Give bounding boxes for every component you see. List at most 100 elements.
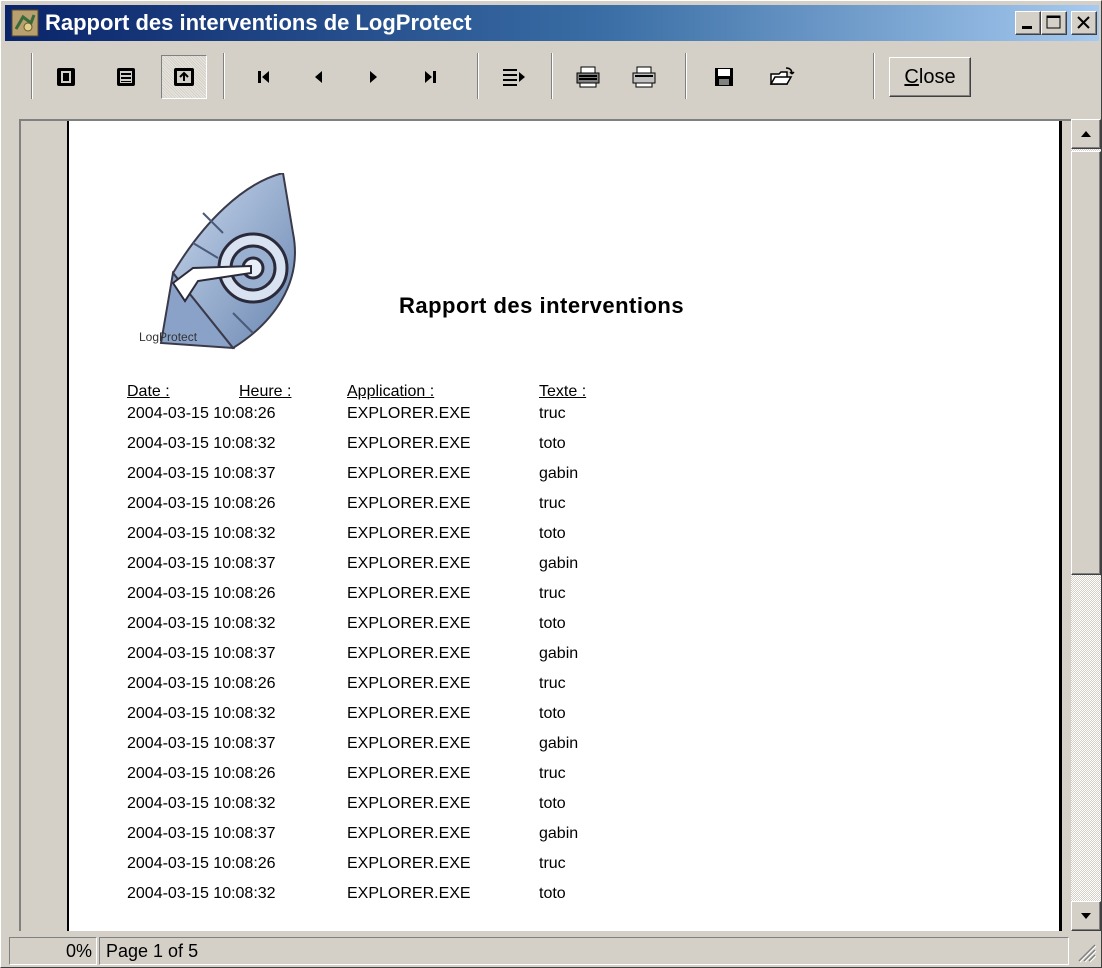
cell-application: EXPLORER.EXE (347, 585, 471, 602)
prev-page-icon (315, 71, 322, 83)
cell-datetime: 2004-03-15 10:08:32 (127, 885, 276, 902)
cell-application: EXPLORER.EXE (347, 795, 471, 812)
logo-text: LogProtect (139, 330, 198, 344)
export-button[interactable] (491, 55, 537, 99)
open-button[interactable] (759, 55, 805, 99)
cell-datetime: 2004-03-15 10:08:32 (127, 435, 276, 452)
scroll-thumb[interactable] (1071, 151, 1101, 575)
page-gutter-right (1059, 121, 1071, 931)
first-page-button[interactable] (241, 55, 287, 99)
app-icon (11, 9, 39, 37)
minimize-button[interactable] (1015, 11, 1041, 35)
resize-grip-icon[interactable] (1075, 941, 1097, 963)
cell-datetime: 2004-03-15 10:08:32 (127, 795, 276, 812)
close-button-label: lose (918, 66, 956, 88)
next-page-icon (370, 71, 377, 83)
cell-texte: gabin (539, 825, 579, 842)
last-page-button[interactable] (407, 55, 453, 99)
zoom-button[interactable] (161, 55, 207, 99)
cell-datetime: 2004-03-15 10:08:26 (127, 585, 276, 602)
cell-application: EXPLORER.EXE (347, 765, 471, 782)
cell-datetime: 2004-03-15 10:08:26 (127, 405, 276, 422)
cell-datetime: 2004-03-15 10:08:26 (127, 495, 276, 512)
scroll-down-button[interactable] (1071, 901, 1101, 931)
cell-texte: toto (539, 615, 566, 632)
cell-texte: truc (539, 405, 566, 422)
cell-datetime: 2004-03-15 10:08:32 (127, 615, 276, 632)
cell-application: EXPLORER.EXE (347, 465, 471, 482)
minimize-icon (1022, 26, 1032, 29)
next-page-button[interactable] (351, 55, 397, 99)
cell-texte: toto (539, 525, 566, 542)
cell-application: EXPLORER.EXE (347, 555, 471, 572)
cell-texte: gabin (539, 555, 579, 572)
maximize-icon (1046, 15, 1061, 29)
cell-texte: gabin (539, 645, 579, 662)
page-indicator: Page 1 of 5 (99, 937, 1069, 965)
vertical-scrollbar[interactable] (1071, 119, 1101, 931)
cell-application: EXPLORER.EXE (347, 885, 471, 902)
header-date: Date : (127, 383, 170, 400)
status-bar: 0% Page 1 of 5 (5, 935, 1099, 965)
close-icon (1077, 16, 1090, 29)
cell-datetime: 2004-03-15 10:08:37 (127, 735, 276, 752)
close-button[interactable]: Close (889, 57, 971, 97)
cell-datetime: 2004-03-15 10:08:37 (127, 645, 276, 662)
report-window: Rapport des interventions de LogProtect (0, 0, 1102, 968)
cell-datetime: 2004-03-15 10:08:32 (127, 525, 276, 542)
one-page-button[interactable] (43, 55, 89, 99)
toolbar-separator (223, 53, 225, 99)
cell-texte: toto (539, 435, 566, 452)
save-button[interactable] (701, 55, 747, 99)
cell-application: EXPLORER.EXE (347, 525, 471, 542)
print-button[interactable] (621, 55, 667, 99)
title-bar[interactable]: Rapport des interventions de LogProtect (5, 5, 1099, 41)
print-setup-icon (576, 66, 600, 88)
page-gutter-left (21, 121, 69, 931)
toolbar-separator (477, 53, 479, 99)
report-page: LogProtect Rapport des interventions Dat… (69, 121, 1059, 931)
cell-datetime: 2004-03-15 10:08:37 (127, 555, 276, 572)
cell-texte: toto (539, 795, 566, 812)
print-setup-button[interactable] (565, 55, 611, 99)
window-title: Rapport des interventions de LogProtect (45, 10, 472, 35)
cell-application: EXPLORER.EXE (347, 645, 471, 662)
cell-application: EXPLORER.EXE (347, 495, 471, 512)
toolbar-separator (31, 53, 33, 99)
header-heure: Heure : (239, 383, 292, 400)
toolbar-separator (685, 53, 687, 99)
one-page-icon (57, 68, 75, 86)
report-viewport[interactable]: LogProtect Rapport des interventions Dat… (19, 119, 1071, 931)
toolbar: Close (5, 43, 1099, 115)
cell-application: EXPLORER.EXE (347, 855, 471, 872)
last-page-icon (425, 71, 436, 83)
cell-application: EXPLORER.EXE (347, 615, 471, 632)
cell-texte: truc (539, 585, 566, 602)
print-icon (632, 66, 656, 88)
report-title: Rapport des interventions (399, 293, 685, 318)
zoom-percent: 0% (9, 937, 97, 965)
header-texte: Texte : (539, 383, 587, 400)
cell-datetime: 2004-03-15 10:08:32 (127, 705, 276, 722)
cell-datetime: 2004-03-15 10:08:37 (127, 465, 276, 482)
close-window-button[interactable] (1071, 11, 1097, 35)
cell-texte: gabin (539, 465, 579, 482)
cell-texte: toto (539, 705, 566, 722)
cell-application: EXPLORER.EXE (347, 735, 471, 752)
cell-datetime: 2004-03-15 10:08:26 (127, 855, 276, 872)
cell-texte: gabin (539, 735, 579, 752)
maximize-button[interactable] (1041, 11, 1067, 35)
multi-page-button[interactable] (103, 55, 149, 99)
toolbar-separator (873, 53, 875, 99)
header-application: Application : (347, 383, 435, 400)
prev-page-button[interactable] (295, 55, 341, 99)
logprotect-logo: LogProtect (139, 173, 296, 350)
cell-application: EXPLORER.EXE (347, 435, 471, 452)
cell-texte: toto (539, 885, 566, 902)
cell-datetime: 2004-03-15 10:08:37 (127, 825, 276, 842)
cell-application: EXPLORER.EXE (347, 825, 471, 842)
scroll-up-button[interactable] (1071, 119, 1101, 149)
multi-page-icon (117, 68, 135, 86)
toolbar-separator (551, 53, 553, 99)
cell-texte: truc (539, 765, 566, 782)
